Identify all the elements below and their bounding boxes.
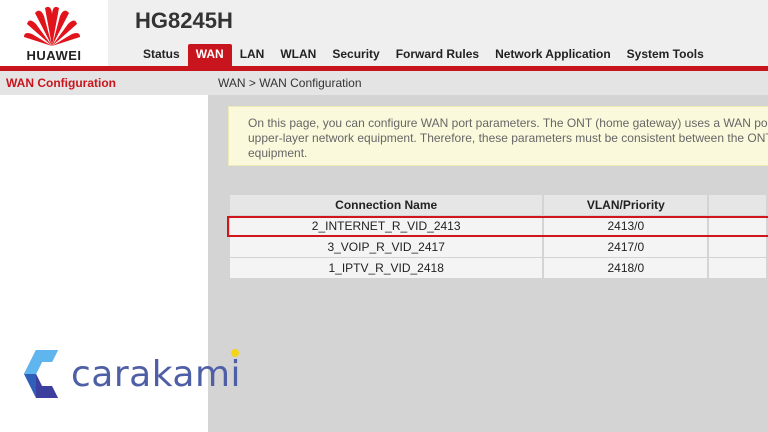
vlan-priority-cell: 2418/0 [544,258,708,278]
model-name: HG8245H [135,8,233,33]
extra-cell [709,237,766,257]
main-nav: Status WAN LAN WLAN Security Forward Rul… [135,44,712,66]
nav-status[interactable]: Status [135,44,188,66]
huawei-flower-icon [24,6,80,47]
nav-network-application[interactable]: Network Application [487,44,619,66]
carakami-logo-icon [24,350,58,398]
carakami-watermark: carakami [22,346,252,402]
huawei-logo[interactable]: HUAWEI [0,0,108,68]
info-notice: On this page, you can configure WAN port… [228,106,768,166]
nav-system-tools[interactable]: System Tools [619,44,712,66]
nav-security[interactable]: Security [324,44,387,66]
watermark-text: carakami [71,354,242,395]
logo-text: HUAWEI [26,48,82,63]
vlan-priority-cell: 2417/0 [544,237,708,257]
notice-line: equipment. [248,146,308,160]
table-header-row: Connection Name VLAN/Priority [230,195,766,215]
sidebar-item-wan-configuration[interactable]: WAN Configuration [0,71,208,95]
table-row[interactable]: 3_VOIP_R_VID_2417 2417/0 [230,237,766,257]
column-header-vlan-priority: VLAN/Priority [544,195,708,215]
nav-wlan[interactable]: WLAN [272,44,324,66]
nav-forward-rules[interactable]: Forward Rules [388,44,487,66]
sparkle-icon [231,349,239,357]
table-row[interactable]: 1_IPTV_R_VID_2418 2418/0 [230,258,766,278]
header: HUAWEI HG8245H Status WAN LAN WLAN Secur… [0,0,768,68]
column-header-extra [709,195,766,215]
breadcrumb: WAN > WAN Configuration [208,71,768,95]
nav-wan[interactable]: WAN [187,44,232,66]
connection-name-cell[interactable]: 1_IPTV_R_VID_2418 [230,258,543,278]
extra-cell [709,258,766,278]
selected-row-highlight [227,216,768,237]
connection-name-cell[interactable]: 3_VOIP_R_VID_2417 [230,237,543,257]
notice-line: upper-layer network equipment. Therefore… [248,131,768,145]
notice-line: On this page, you can configure WAN port… [248,116,768,130]
nav-lan[interactable]: LAN [232,44,273,66]
column-header-connection-name: Connection Name [230,195,543,215]
